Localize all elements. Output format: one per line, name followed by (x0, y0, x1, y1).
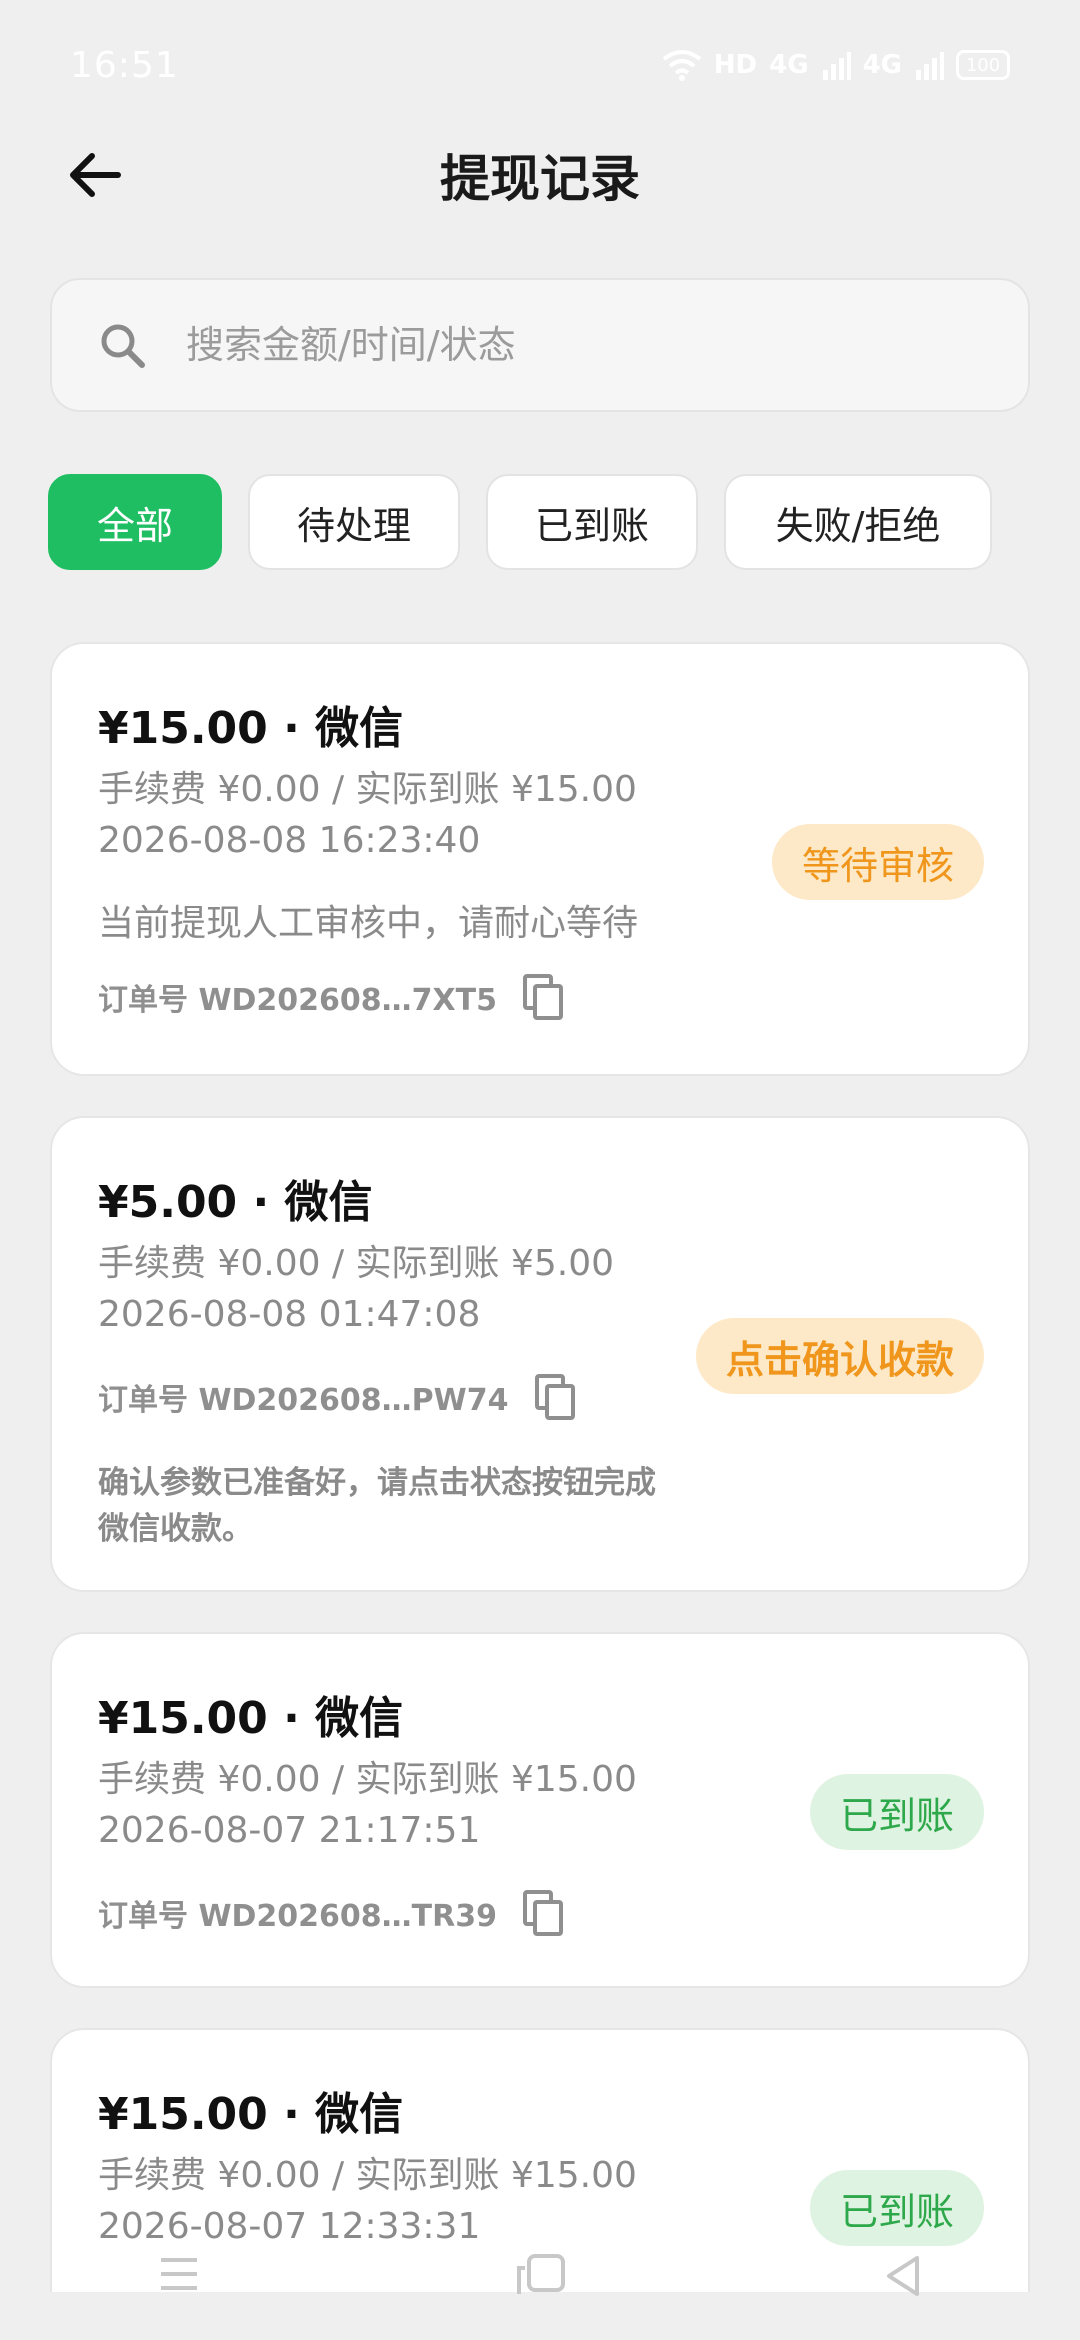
record-time: 2026-08-07 21:17:51 (98, 1810, 481, 1851)
record-time: 2026-08-07 12:33:31 (98, 2206, 481, 2247)
record-note: 当前提现人工审核中，请耐心等待 (98, 903, 639, 944)
back-nav-icon[interactable] (883, 2254, 923, 2298)
status-icons: HD 4G 4G 100 (662, 49, 1010, 81)
system-nav-bar (0, 2250, 1080, 2340)
network-label: HD (713, 50, 758, 80)
status-time: 16:51 (70, 44, 179, 86)
record-amount: ¥15.00 · 微信 (98, 2089, 404, 2140)
copy-icon[interactable] (533, 1372, 577, 1422)
signal-label-1: 4G (769, 50, 809, 80)
search-icon (101, 324, 145, 368)
status-badge[interactable]: 等待审核 (771, 824, 984, 900)
tab-failed[interactable]: 失败/拒绝 (724, 474, 992, 570)
record-amount: ¥15.00 · 微信 (98, 1693, 404, 1744)
tab-pending[interactable]: 待处理 (248, 474, 460, 570)
signal-icon-1 (822, 52, 851, 80)
status-bar: 16:51 HD 4G 4G 100 (0, 0, 1080, 130)
hint-line-2: 微信收款。 (98, 1511, 253, 1547)
signal-icon-2 (916, 52, 944, 80)
record-card[interactable]: ¥15.00 · 微信 手续费 ¥0.00 / 实际到账 ¥15.00 2026… (50, 642, 1030, 1076)
record-hint: 确认参数已准备好，请点击状态按钮完成 微信收款。 (98, 1460, 738, 1552)
home-icon[interactable] (515, 2254, 569, 2298)
record-order: 订单号 WD202608…7XT5 (98, 972, 565, 1022)
tab-all[interactable]: 全部 (48, 474, 222, 570)
copy-icon[interactable] (521, 972, 565, 1022)
record-amount: ¥5.00 · 微信 (98, 1177, 373, 1228)
record-order: 订单号 WD202608…PW74 (98, 1372, 577, 1422)
record-card[interactable]: ¥15.00 · 微信 手续费 ¥0.00 / 实际到账 ¥15.00 2026… (50, 1632, 1030, 1988)
search-input[interactable] (186, 323, 986, 367)
menu-icon[interactable] (157, 2254, 201, 2294)
back-button[interactable] (60, 140, 130, 210)
battery-icon: 100 (956, 50, 1010, 80)
status-badge[interactable]: 已到账 (809, 1774, 984, 1850)
confirm-receipt-button[interactable]: 点击确认收款 (695, 1318, 984, 1394)
filter-tabs: 全部 待处理 已到账 失败/拒绝 (48, 474, 992, 570)
tab-arrived[interactable]: 已到账 (486, 474, 698, 570)
wifi-icon (662, 50, 702, 81)
hint-line-1: 确认参数已准备好，请点击状态按钮完成 (98, 1465, 656, 1501)
order-number: 订单号 WD202608…TR39 (98, 1899, 497, 1934)
copy-icon[interactable] (521, 1888, 565, 1938)
status-badge[interactable]: 已到账 (809, 2170, 984, 2246)
record-fee: 手续费 ¥0.00 / 实际到账 ¥15.00 (98, 1759, 637, 1800)
order-number: 订单号 WD202608…7XT5 (98, 983, 498, 1018)
record-time: 2026-08-08 01:47:08 (98, 1294, 481, 1335)
record-fee: 手续费 ¥0.00 / 实际到账 ¥15.00 (98, 769, 637, 810)
header: 提现记录 (0, 130, 1080, 220)
back-arrow-icon (70, 153, 121, 197)
record-amount: ¥15.00 · 微信 (98, 703, 404, 754)
record-order: 订单号 WD202608…TR39 (98, 1888, 565, 1938)
record-card[interactable]: ¥5.00 · 微信 手续费 ¥0.00 / 实际到账 ¥5.00 2026-0… (50, 1116, 1030, 1592)
order-number: 订单号 WD202608…PW74 (98, 1383, 509, 1418)
page-title: 提现记录 (440, 150, 640, 208)
search-bar[interactable] (50, 278, 1030, 412)
record-time: 2026-08-08 16:23:40 (98, 820, 481, 861)
signal-label-2: 4G (862, 50, 902, 80)
record-fee: 手续费 ¥0.00 / 实际到账 ¥15.00 (98, 2155, 637, 2196)
record-fee: 手续费 ¥0.00 / 实际到账 ¥5.00 (98, 1243, 615, 1284)
